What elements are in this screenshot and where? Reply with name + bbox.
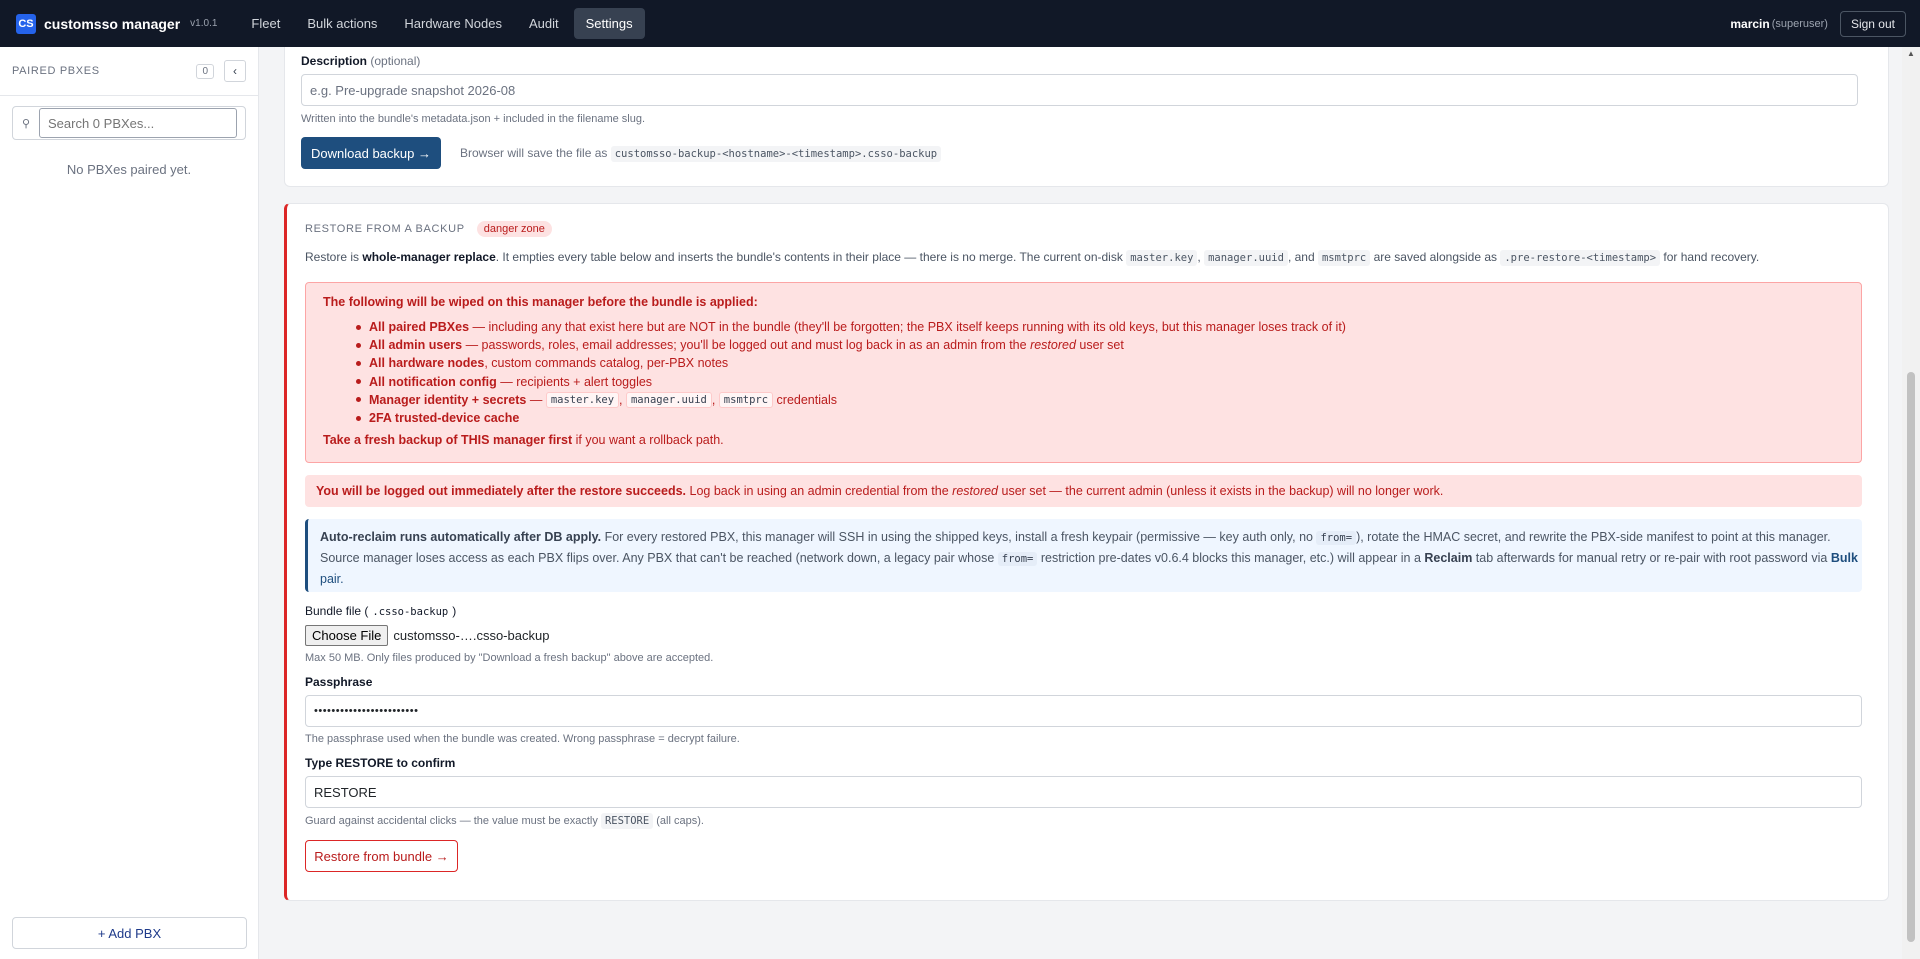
user-name: marcin xyxy=(1730,16,1770,31)
nav-settings[interactable]: Settings xyxy=(573,8,645,39)
sign-out-button[interactable]: Sign out xyxy=(1839,10,1906,37)
passphrase-input[interactable]: •••••••••••••••••••••••• xyxy=(305,695,1862,727)
description-label: Description (optional) xyxy=(301,54,421,68)
add-pbx-button[interactable]: + Add PBX xyxy=(12,917,247,949)
main-content: Description (optional) e.g. Pre-upgrade … xyxy=(259,47,1902,959)
scroll-up-icon[interactable]: ▲ xyxy=(1907,49,1915,58)
pbx-search: ⚲ xyxy=(12,106,246,140)
bundle-file-label: Bundle file (.csso-backup) xyxy=(305,604,457,618)
restore-intro: Restore is whole-manager replace. It emp… xyxy=(305,250,1760,266)
confirm-label: Type RESTORE to confirm xyxy=(305,756,456,770)
search-icon: ⚲ xyxy=(21,117,31,130)
app-version: v1.0.1 xyxy=(190,18,218,29)
passphrase-label: Passphrase xyxy=(305,675,373,689)
danger-zone-badge: danger zone xyxy=(476,221,552,237)
collapse-sidebar-button[interactable]: ‹ xyxy=(224,60,246,82)
restore-from-bundle-button[interactable]: Restore from bundle → xyxy=(305,840,458,872)
list-item: All admin users — passwords, roles, emai… xyxy=(368,336,1346,354)
passphrase-value: •••••••••••••••••••••••• xyxy=(314,705,419,717)
pbx-search-input[interactable] xyxy=(39,108,237,138)
restore-header: RESTORE FROM A BACKUP danger zone xyxy=(305,221,552,237)
list-item: All notification config — recipients + a… xyxy=(368,373,1346,391)
sidebar-title: PAIRED PBXES xyxy=(12,65,100,77)
scrollbar-thumb[interactable] xyxy=(1907,372,1915,942)
nav-bulk-actions[interactable]: Bulk actions xyxy=(295,8,389,39)
download-backup-button[interactable]: Download backup → xyxy=(301,137,441,169)
restore-card: RESTORE FROM A BACKUP danger zone Restor… xyxy=(284,203,1889,901)
bundle-file-picker: Choose File customsso-….csso-backup xyxy=(305,625,549,646)
user-role: (superuser) xyxy=(1771,17,1828,30)
pbx-count-badge: 0 xyxy=(196,63,214,79)
list-item: 2FA trusted-device cache xyxy=(368,409,1346,427)
fresh-backup-note: Take a fresh backup of THIS manager firs… xyxy=(323,433,724,447)
app-logo-icon[interactable]: CS xyxy=(16,13,36,34)
list-item: Manager identity + secrets — master.key,… xyxy=(368,391,1346,409)
pair-link[interactable]: pair. xyxy=(320,572,344,586)
nav-fleet[interactable]: Fleet xyxy=(239,8,292,39)
user-area: marcin (superuser) Sign out xyxy=(1730,10,1906,37)
list-item: All paired PBXes — including any that ex… xyxy=(368,318,1346,336)
top-navbar: CS customsso manager v1.0.1 Fleet Bulk a… xyxy=(0,0,1920,47)
main-nav: Fleet Bulk actions Hardware Nodes Audit … xyxy=(239,0,647,47)
nav-audit[interactable]: Audit xyxy=(517,8,571,39)
bulk-link[interactable]: Bulk xyxy=(1831,551,1858,565)
filename-code: customsso-backup-<hostname>-<timestamp>.… xyxy=(610,146,942,162)
restore-title: RESTORE FROM A BACKUP xyxy=(305,223,465,235)
logout-warning: You will be logged out immediately after… xyxy=(305,475,1862,507)
nav-hardware-nodes[interactable]: Hardware Nodes xyxy=(392,8,514,39)
choose-file-button[interactable]: Choose File xyxy=(305,625,389,646)
wipe-warning: The following will be wiped on this mana… xyxy=(305,282,1862,463)
empty-state: No PBXes paired yet. xyxy=(66,162,192,177)
chevron-left-icon: ‹ xyxy=(233,64,237,78)
app-name[interactable]: customsso manager xyxy=(44,16,180,32)
description-placeholder: e.g. Pre-upgrade snapshot 2026-08 xyxy=(310,82,516,98)
main-scrollbar[interactable]: ▲ xyxy=(1902,47,1920,959)
sidebar: PAIRED PBXES 0 ‹ ⚲ No PBXes paired yet. … xyxy=(0,47,259,959)
sidebar-header: PAIRED PBXES 0 ‹ xyxy=(0,47,258,96)
confirm-help: Guard against accidental clicks — the va… xyxy=(305,813,704,829)
description-help: Written into the bundle's metadata.json … xyxy=(301,113,646,125)
confirm-value: RESTORE xyxy=(314,784,377,800)
bundle-file-help: Max 50 MB. Only files produced by "Downl… xyxy=(305,652,714,664)
selected-file-name: customsso-….csso-backup xyxy=(393,628,550,643)
wipe-heading: The following will be wiped on this mana… xyxy=(323,295,758,309)
confirm-input[interactable]: RESTORE xyxy=(305,776,1862,808)
list-item: All hardware nodes, custom commands cata… xyxy=(368,354,1346,372)
reclaim-link[interactable]: Reclaim xyxy=(1424,551,1472,565)
wipe-list: All paired PBXes — including any that ex… xyxy=(368,318,1346,427)
auto-reclaim-info: Auto-reclaim runs automatically after DB… xyxy=(305,519,1862,592)
backup-card: Description (optional) e.g. Pre-upgrade … xyxy=(284,47,1889,187)
passphrase-help: The passphrase used when the bundle was … xyxy=(305,733,740,745)
description-input[interactable]: e.g. Pre-upgrade snapshot 2026-08 xyxy=(301,74,1858,106)
save-note: Browser will save the file as customsso-… xyxy=(460,146,942,162)
